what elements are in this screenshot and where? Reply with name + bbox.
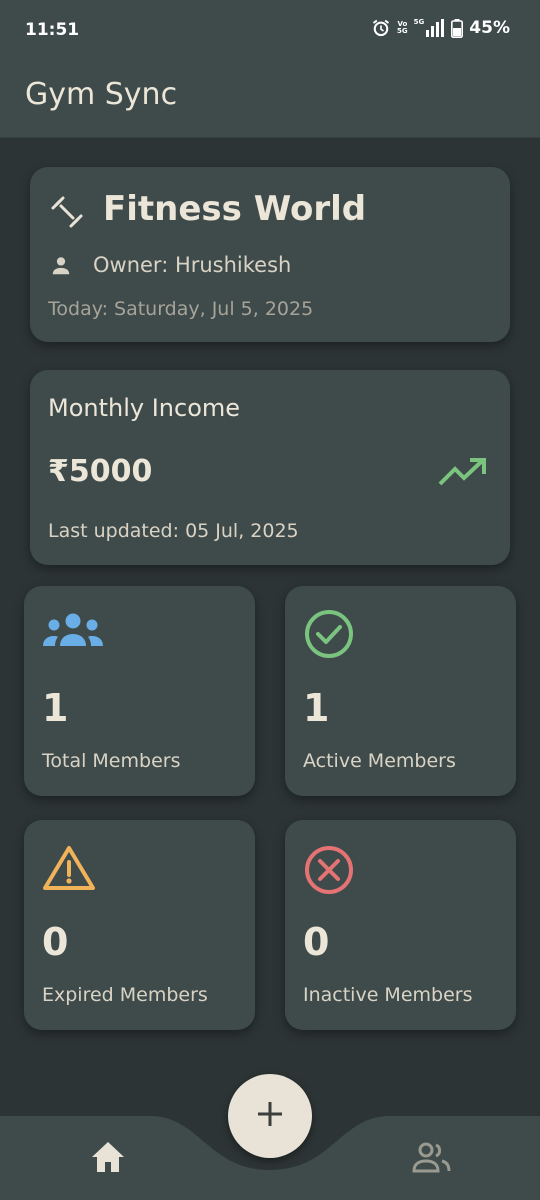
dumbbell-icon: [50, 195, 84, 233]
stat-label: Active Members: [303, 750, 456, 772]
battery-icon: [451, 18, 464, 38]
status-time: 11:51: [25, 20, 80, 40]
expired-members-card[interactable]: 0 Expired Members: [24, 820, 255, 1030]
trending-up-icon: [438, 456, 488, 492]
check-circle-icon: [303, 610, 355, 666]
battery-percent: 45%: [469, 18, 510, 38]
income-title: Monthly Income: [48, 394, 241, 422]
warning-icon: [42, 844, 96, 896]
monthly-income-card[interactable]: Monthly Income ₹5000 Last updated: 05 Ju…: [30, 370, 510, 565]
gym-info-card: Fitness World Owner: Hrushikesh Today: S…: [30, 167, 510, 342]
stat-label: Inactive Members: [303, 984, 473, 1006]
status-bar: 11:51 Vo 5G 5G 45%: [0, 0, 540, 62]
inactive-members-card[interactable]: 0 Inactive Members: [285, 820, 516, 1030]
owner-name: Owner: Hrushikesh: [93, 253, 292, 277]
income-value: ₹5000: [48, 454, 153, 489]
today-date: Today: Saturday, Jul 5, 2025: [48, 298, 314, 320]
app-title: Gym Sync: [25, 77, 178, 112]
stat-value: 0: [303, 920, 330, 964]
status-icons: Vo 5G 5G 45%: [371, 18, 510, 38]
volte-icon: Vo 5G: [397, 20, 408, 35]
home-icon[interactable]: [90, 1140, 126, 1178]
person-icon: [50, 255, 72, 281]
stat-value: 0: [42, 920, 69, 964]
plus-icon: [255, 1099, 285, 1133]
alarm-icon: [371, 18, 391, 38]
last-updated: Last updated: 05 Jul, 2025: [48, 520, 299, 542]
group-icon: [42, 610, 104, 654]
stat-label: Total Members: [42, 750, 181, 772]
gym-name: Fitness World: [103, 189, 367, 229]
stat-label: Expired Members: [42, 984, 208, 1006]
add-member-button[interactable]: [228, 1074, 312, 1158]
stat-value: 1: [42, 686, 69, 730]
members-icon[interactable]: [412, 1140, 452, 1178]
stat-value: 1: [303, 686, 330, 730]
total-members-card[interactable]: 1 Total Members: [24, 586, 255, 796]
cancel-circle-icon: [303, 844, 355, 900]
active-members-card[interactable]: 1 Active Members: [285, 586, 516, 796]
app-bar: Gym Sync: [0, 62, 540, 138]
signal-icon: 5G: [414, 19, 446, 37]
